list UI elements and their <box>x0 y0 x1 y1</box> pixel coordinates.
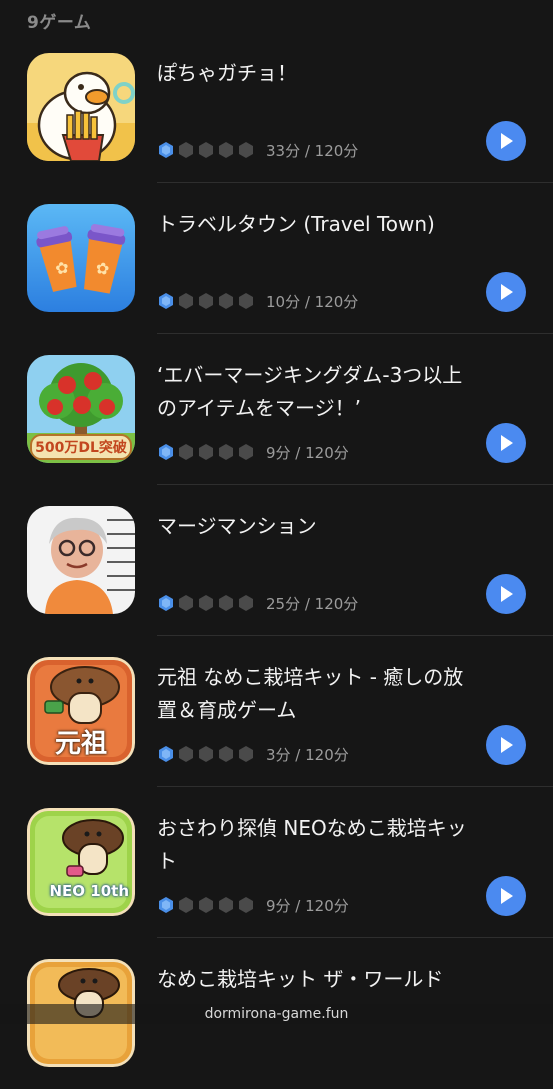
play-button[interactable] <box>486 272 526 312</box>
gem-icon-active <box>157 443 175 461</box>
gem-icon-inactive <box>197 594 215 612</box>
gem-icon-inactive <box>177 292 195 310</box>
gem-icon-active <box>157 141 175 159</box>
game-row[interactable]: ぽちゃガチョ！ 33分 / 120分 <box>0 32 553 183</box>
difficulty-rating: 10分 / 120分 <box>157 291 358 311</box>
game-row[interactable]: NEO 10th おさわり探偵 NEOなめこ栽培キット 9分 / 120分 <box>0 787 553 938</box>
gem-icon-active <box>157 594 175 612</box>
apple-tree-icon[interactable]: 500万DL突破 <box>27 355 135 463</box>
gem-icon-inactive <box>217 896 235 914</box>
gem-icon-inactive <box>217 141 235 159</box>
gem-icon-inactive <box>237 896 255 914</box>
gem-icon-inactive <box>237 443 255 461</box>
play-button[interactable] <box>486 725 526 765</box>
gem-icon-inactive <box>177 594 195 612</box>
nameko-ganso-icon[interactable]: 元祖 <box>27 657 135 765</box>
game-title[interactable]: おさわり探偵 NEOなめこ栽培キット <box>157 812 477 878</box>
game-row[interactable]: 元祖 元祖 なめこ栽培キット - 癒しの放置＆育成ゲーム 3分 / 120分 <box>0 636 553 787</box>
play-button[interactable] <box>486 876 526 916</box>
play-button[interactable] <box>486 574 526 614</box>
play-button[interactable] <box>486 121 526 161</box>
game-title[interactable]: ‘エバーマージキングダム-3つ以上のアイテムをマージ！’ <box>157 359 477 425</box>
game-title[interactable]: なめこ栽培キット ザ・ワールド <box>157 963 477 996</box>
difficulty-rating: 33分 / 120分 <box>157 140 358 160</box>
coffee-cups-icon[interactable]: ✿ ✿ <box>27 204 135 312</box>
game-row[interactable]: 500万DL突破 ‘エバーマージキングダム-3つ以上のアイテムをマージ！’ 9分… <box>0 334 553 485</box>
gem-icon-inactive <box>237 594 255 612</box>
gem-icon-inactive <box>237 141 255 159</box>
section-title: 9ゲーム <box>27 13 92 33</box>
playtime-text: 9分 / 120分 <box>266 896 349 915</box>
difficulty-rating: 3分 / 120分 <box>157 744 349 764</box>
gem-icon-inactive <box>177 443 195 461</box>
play-icon <box>501 435 513 451</box>
gem-icon-active <box>157 896 175 914</box>
gem-icon-inactive <box>217 443 235 461</box>
play-icon <box>501 284 513 300</box>
game-row[interactable]: マージマンション 25分 / 120分 <box>0 485 553 636</box>
difficulty-rating: 25分 / 120分 <box>157 593 358 613</box>
playtime-text: 10分 / 120分 <box>266 292 359 311</box>
goose-fries-icon[interactable] <box>27 53 135 161</box>
footer-watermark: dormirona-game.fun <box>0 1004 553 1024</box>
gem-icon-inactive <box>217 292 235 310</box>
play-icon <box>501 737 513 753</box>
difficulty-rating: 9分 / 120分 <box>157 442 349 462</box>
gem-icon-inactive <box>237 292 255 310</box>
play-icon <box>501 133 513 149</box>
game-title[interactable]: トラベルタウン (Travel Town) <box>157 208 477 241</box>
gem-icon-inactive <box>197 141 215 159</box>
playtime-text: 3分 / 120分 <box>266 745 349 764</box>
gem-icon-inactive <box>217 594 235 612</box>
game-list: ぽちゃガチョ！ 33分 / 120分 ✿ ✿ トラベルタウン (Travel T… <box>0 32 553 1089</box>
gem-icon-active <box>157 745 175 763</box>
play-button[interactable] <box>486 423 526 463</box>
playtime-text: 33分 / 120分 <box>266 141 359 160</box>
gem-icon-inactive <box>217 745 235 763</box>
playtime-text: 25分 / 120分 <box>266 594 359 613</box>
icon-badge-text: 元祖 <box>54 729 107 759</box>
game-title[interactable]: ぽちゃガチョ！ <box>157 57 477 90</box>
gem-icon-inactive <box>177 745 195 763</box>
gem-icon-inactive <box>237 745 255 763</box>
nameko-neo-icon[interactable]: NEO 10th <box>27 808 135 916</box>
gem-icon-inactive <box>177 896 195 914</box>
gem-icon-inactive <box>197 745 215 763</box>
gem-icon-active <box>157 292 175 310</box>
gem-icon-inactive <box>177 141 195 159</box>
gem-icon-inactive <box>197 292 215 310</box>
icon-badge-text: 500万DL突破 <box>35 440 127 456</box>
play-icon <box>501 888 513 904</box>
game-title[interactable]: マージマンション <box>157 510 477 543</box>
grandma-icon[interactable] <box>27 506 135 614</box>
gem-icon-inactive <box>197 896 215 914</box>
gem-icon-inactive <box>197 443 215 461</box>
playtime-text: 9分 / 120分 <box>266 443 349 462</box>
game-row[interactable]: ✿ ✿ トラベルタウン (Travel Town) 10分 / 120分 <box>0 183 553 334</box>
game-title[interactable]: 元祖 なめこ栽培キット - 癒しの放置＆育成ゲーム <box>157 661 477 727</box>
play-icon <box>501 586 513 602</box>
icon-badge-text: NEO 10th <box>49 882 130 900</box>
difficulty-rating: 9分 / 120分 <box>157 895 349 915</box>
